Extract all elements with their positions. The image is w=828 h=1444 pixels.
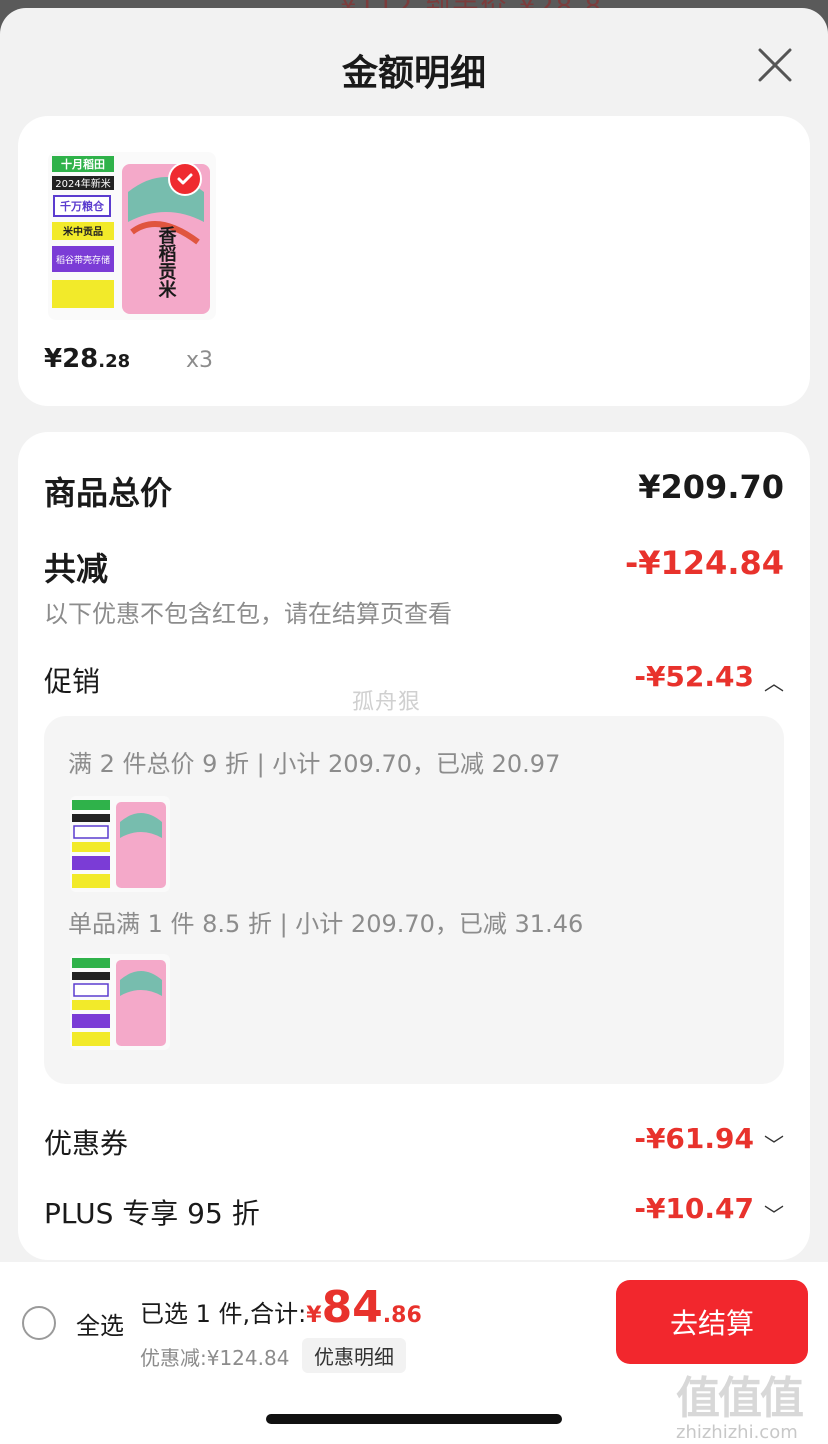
slogan-text: 千万粮仓 [60,199,105,213]
grade-text: 米中贡品 [63,225,103,238]
chevron-up-icon[interactable]: ︿ [764,667,784,696]
site-watermark-glyphs: 值值值 [676,1373,804,1424]
product-card: 十月稻田 2024年新米 千万粮仓 米中贡品 稻谷带壳存储 香稻贡米 ¥28.2… [18,116,810,406]
selected-check-icon[interactable] [168,162,202,196]
plus-value: -¥10.47 [634,1192,754,1225]
promo-detail-box: 满 2 件总价 9 折 | 小计 209.70，已减 20.97 单品满 1 件… [44,716,784,1084]
select-all-label[interactable]: 全选 [76,1306,124,1341]
promo-line: 满 2 件总价 9 折 | 小计 209.70，已减 20.97 [68,750,561,778]
storage-text: 稻谷带壳存储 [56,254,110,266]
checkout-button[interactable]: 去结算 [616,1280,808,1364]
promo-value-wrap: -¥52.43 ︿ [634,660,784,696]
price-cents: .28 [98,351,131,372]
brand-text: 十月稻田 [61,157,105,171]
product-quantity: x3 [186,348,214,373]
promo-line: 单品满 1 件 8.5 折 | 小计 209.70，已减 31.46 [68,910,584,938]
sheet-title: 金额明细 [341,53,486,94]
year-text: 2024年新米 [55,177,110,190]
product-price: ¥28.28 [44,344,130,374]
order-summary: 已选 1 件,合计:¥84.86 [140,1282,422,1333]
chevron-down-icon[interactable]: ﹀ [764,1129,784,1158]
promo-product-thumbnail [70,954,170,1050]
watermark-text: 孤舟狠 [352,690,422,715]
coupon-value-wrap: -¥61.94 ﹀ [634,1122,784,1158]
coupon-value: -¥61.94 [634,1122,754,1155]
selected-text: 已选 1 件,合计: [140,1300,307,1328]
total-label: 商品总价 [44,474,173,512]
site-watermark: 值值值 zhizhizhi.com [676,1362,824,1443]
bag-text: 香稻贡米 [156,226,178,299]
home-indicator [266,1414,562,1424]
price-detail-card: 商品总价 ¥209.70 共减 -¥124.84 以下优惠不包含红包，请在结算页… [18,432,810,1260]
promo-label: 促销 [44,665,101,698]
chevron-down-icon[interactable]: ﹀ [764,1199,784,1228]
plus-label: PLUS 专享 95 折 [44,1197,260,1230]
discount-note: 以下优惠不包含红包，请在结算页查看 [44,600,452,628]
reduce-label: 共减 [44,550,109,588]
close-button[interactable] [752,42,798,88]
select-all-radio[interactable] [22,1306,56,1340]
promo-value: -¥52.43 [634,660,754,693]
price-main: ¥28 [44,344,99,374]
amount-detail-sheet: 金额明细 十月稻田 2024年新米 千万粮仓 米中贡品 稻谷带壳存储 香稻贡米 … [0,8,828,1444]
close-icon [758,48,792,82]
discount-summary: 优惠减:¥124.84 [140,1346,290,1370]
reduce-value: -¥124.84 [624,544,784,582]
currency-symbol: ¥ [306,1303,322,1328]
total-amount: 84 [321,1282,383,1333]
plus-value-wrap: -¥10.47 ﹀ [634,1192,784,1228]
coupon-label: 优惠券 [44,1127,129,1160]
total-value: ¥209.70 [638,468,784,506]
total-amount-cents: .86 [382,1303,422,1328]
promo-product-thumbnail [70,796,170,892]
discount-detail-button[interactable]: 优惠明细 [302,1338,406,1373]
